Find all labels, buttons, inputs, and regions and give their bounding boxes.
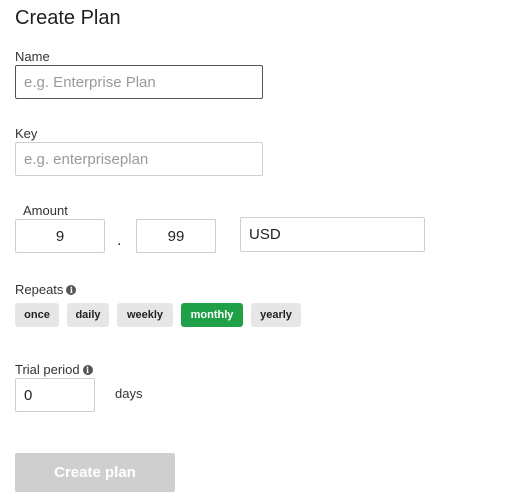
repeats-label-row: Repeats i	[15, 282, 77, 298]
trial-period-input[interactable]	[15, 378, 95, 412]
currency-input[interactable]	[240, 217, 425, 252]
trial-unit-label: days	[115, 386, 143, 401]
info-icon: i	[66, 284, 77, 295]
key-label: Key	[15, 126, 38, 141]
key-input[interactable]	[15, 142, 263, 176]
page-title: Create Plan	[15, 7, 121, 29]
name-input[interactable]	[15, 65, 263, 99]
repeat-option-once[interactable]: once	[15, 303, 59, 327]
decimal-separator: .	[117, 232, 122, 249]
name-label: Name	[15, 49, 50, 64]
repeat-option-daily[interactable]: daily	[67, 303, 109, 327]
repeats-label: Repeats	[15, 282, 64, 297]
trial-label: Trial period	[15, 362, 80, 377]
trial-label-row: Trial period i	[15, 362, 93, 378]
repeat-option-yearly[interactable]: yearly	[251, 303, 301, 327]
amount-fraction-input[interactable]	[136, 219, 216, 253]
info-icon: i	[82, 364, 93, 375]
create-plan-button[interactable]: Create plan	[15, 453, 175, 492]
amount-whole-input[interactable]	[15, 219, 105, 253]
repeat-option-weekly[interactable]: weekly	[117, 303, 173, 327]
amount-label: Amount	[23, 203, 68, 218]
repeat-option-monthly[interactable]: monthly	[181, 303, 243, 327]
